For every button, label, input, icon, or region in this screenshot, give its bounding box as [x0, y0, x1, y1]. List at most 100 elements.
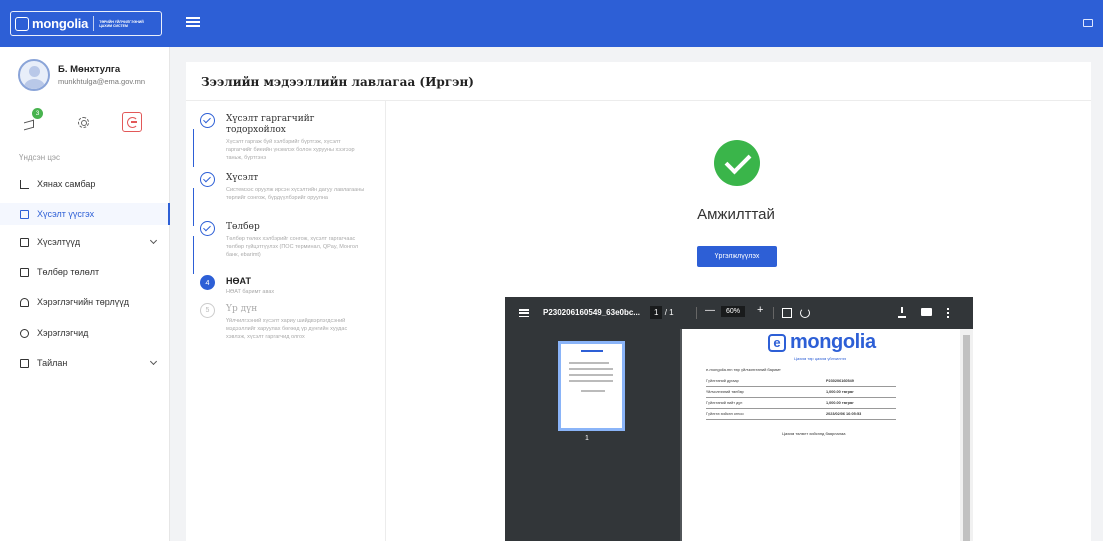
sidebar-item-label: Хянах самбар	[37, 179, 96, 189]
step-description: Үйлчилгээний хүсэлт хариу шийдвэрлэгдсэн…	[226, 318, 348, 340]
toolbar-divider	[696, 307, 697, 319]
rotate-icon[interactable]	[800, 308, 810, 318]
check-icon	[200, 172, 215, 187]
menu-icon[interactable]	[519, 309, 529, 318]
toolbar-divider	[773, 307, 774, 319]
document-intro: e-mongolia.mn төр үйлчилгээний баримт	[706, 367, 781, 372]
sidebar-item-requests[interactable]: Хүсэлтүүд	[0, 231, 170, 253]
success-check-icon	[714, 140, 760, 186]
step-connector	[193, 129, 194, 167]
row-key: Гүйлгээ хийсэн огноо	[706, 412, 744, 416]
continue-button[interactable]: Үргэлжлүүлэх	[697, 246, 777, 267]
sidebar-item-user-types[interactable]: Хэрэглэгчийн төрлүүд	[0, 291, 170, 313]
pdf-page: e mongolia Цахим төр цахим үйлчилгээ e-m…	[682, 329, 960, 541]
fullscreen-icon[interactable]	[1083, 19, 1093, 27]
brand-subtitle: ТӨРИЙН ҮЙЛЧИЛГЭЭНИЙ ЦАХИМ СИСТЕМ	[99, 19, 144, 28]
sidebar-item-label: Хэрэглэгчийн төрлүүд	[37, 297, 129, 307]
page-total: 1	[669, 308, 674, 317]
zoom-input[interactable]: 60%	[721, 306, 746, 317]
card-icon	[20, 267, 29, 277]
step-number: 5	[200, 303, 215, 318]
step-number: 4	[200, 275, 215, 290]
sidebar-item-label: Тайлан	[37, 358, 68, 368]
user-name: Б. Мөнхтулга	[58, 64, 121, 75]
user-email: munkhtulga@ema.gov.mn	[58, 77, 146, 86]
chevron-down-icon	[149, 236, 158, 245]
step-title: Хүсэлт гаргагчийг тодорхойлох	[226, 114, 315, 135]
profile-actions: 3	[20, 108, 150, 134]
logout-button[interactable]	[122, 112, 142, 132]
check-icon	[200, 113, 215, 128]
scrollbar-thumb[interactable]	[963, 335, 970, 541]
step-title: Үр дүн	[226, 304, 258, 314]
main-card: Зээлийн мэдээллийн лавлагаа (Иргэн) Хүсэ…	[186, 62, 1091, 541]
sidebar-item-create-request[interactable]: Хүсэлт үүсгэх	[0, 203, 170, 225]
notification-badge: 3	[32, 108, 43, 119]
brand-name: mongolia	[32, 16, 89, 31]
thumb-line	[569, 380, 613, 382]
table-row: Гүйлгээ хийсэн огноо 2023/02/06 16:05:53	[706, 409, 896, 420]
pdf-scrollbar[interactable]	[960, 329, 973, 541]
megaphone-icon[interactable]	[24, 119, 34, 128]
receipt-table: Гүйлгээний дугаар P230206160549 Үйлчилгэ…	[706, 376, 896, 420]
step-connector	[193, 188, 194, 226]
pdf-toolbar: P230206160549_63e0bc... 1 / 1 — 60% +	[505, 297, 973, 329]
sidebar-item-dashboard[interactable]: Хянах самбар	[0, 173, 170, 195]
thumbnail-page-number: 1	[585, 435, 589, 442]
brand-logo[interactable]: mongolia ТӨРИЙН ҮЙЛЧИЛГЭЭНИЙ ЦАХИМ СИСТЕ…	[10, 11, 162, 36]
document-logo: e mongolia	[768, 331, 876, 354]
requests-icon	[20, 237, 29, 247]
step-title: НӨАТ	[226, 276, 252, 286]
logo-e-icon: e	[768, 333, 786, 352]
logo-e-icon	[15, 16, 29, 31]
fit-page-icon[interactable]	[782, 308, 792, 318]
menu-section-label: Үндсэн цэс	[19, 153, 61, 162]
document-brand-subtitle: Цахим төр цахим үйлчилгээ	[794, 356, 847, 361]
step-title: Төлбөр	[226, 222, 260, 232]
row-key: Гүйлгээний дугаар	[706, 379, 739, 383]
sidebar-item-users[interactable]: Хэрэглэгчид	[0, 322, 170, 344]
table-row: Гүйлгээний нийт дүн 1,000.00 төгрөг	[706, 398, 896, 409]
sidebar-item-label: Хүсэлт үүсгэх	[37, 209, 95, 219]
top-bar: mongolia ТӨРИЙН ҮЙЛЧИЛГЭЭНИЙ ЦАХИМ СИСТЕ…	[0, 0, 1103, 47]
step-connector	[193, 236, 194, 274]
page-number-input[interactable]: 1	[650, 306, 663, 319]
page-thumbnail[interactable]	[558, 341, 625, 431]
pdf-page-indicator: 1 / 1	[650, 306, 674, 319]
page-title: Зээлийн мэдээллийн лавлагаа (Иргэн)	[201, 75, 474, 89]
more-vertical-icon[interactable]	[947, 308, 949, 318]
thumb-line	[569, 362, 609, 364]
gear-icon[interactable]	[78, 117, 89, 128]
stepper: Хүсэлт гаргагчийг тодорхойлох Хүсэлт гар…	[186, 101, 386, 541]
thumb-logo	[581, 350, 603, 352]
row-value: 2023/02/06 16:05:53	[826, 412, 862, 416]
chart-icon	[20, 179, 29, 189]
zoom-out-icon[interactable]: —	[705, 305, 715, 316]
chevron-down-icon	[149, 357, 158, 366]
download-icon[interactable]	[898, 307, 906, 318]
table-row: Үйлчилгээний төлбөр 1,000.00 төгрөг	[706, 387, 896, 398]
menu-toggle-icon[interactable]	[186, 17, 200, 29]
sidebar-item-payments[interactable]: Төлбөр төлөлт	[0, 261, 170, 283]
row-value: P230206160549	[826, 379, 854, 383]
print-icon[interactable]	[921, 308, 932, 316]
zoom-in-icon[interactable]: +	[757, 304, 763, 316]
thumb-line	[569, 368, 613, 370]
sidebar-item-reports[interactable]: Тайлан	[0, 352, 170, 374]
row-key: Үйлчилгээний төлбөр	[706, 390, 744, 394]
sidebar-item-label: Төлбөр төлөлт	[37, 267, 100, 277]
document-brand: mongolia	[790, 331, 876, 353]
row-key: Гүйлгээний нийт дүн	[706, 401, 743, 405]
sidebar: Б. Мөнхтулга munkhtulga@ema.gov.mn 3 Үнд…	[0, 47, 170, 541]
logo-divider	[93, 16, 95, 31]
success-message: Амжилттай	[697, 206, 775, 223]
document-thanks: Цахим төлөлт хийсэнд баярлалаа	[782, 431, 846, 436]
users-icon	[20, 328, 29, 338]
check-icon	[200, 221, 215, 236]
user-icon	[20, 297, 29, 307]
step-title: Хүсэлт	[226, 173, 259, 183]
pdf-filename: P230206160549_63e0bc...	[543, 308, 640, 317]
step-description: Системээс оруулж ирсэн хүсэлтийн дагуу л…	[226, 187, 365, 201]
thumb-line	[581, 390, 605, 392]
user-profile[interactable]: Б. Мөнхтулга munkhtulga@ema.gov.mn	[18, 59, 145, 91]
